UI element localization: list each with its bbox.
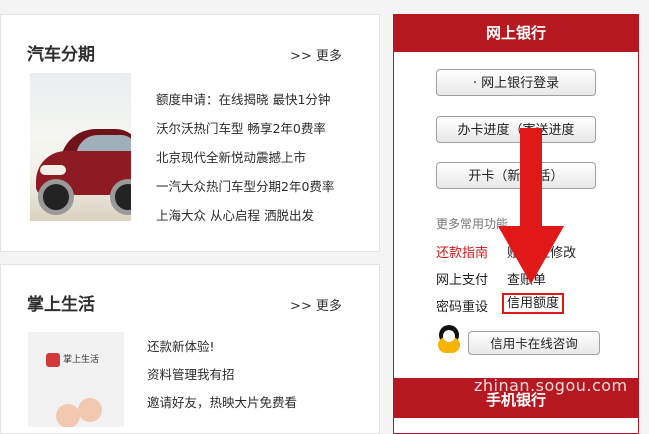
auto-loan-title: 汽车分期 xyxy=(27,45,95,65)
list-item[interactable]: 沃尔沃热门车型 畅享2年0费率 xyxy=(156,119,334,148)
online-bank-login-button[interactable]: · 网上银行登录 xyxy=(436,69,596,96)
online-pay-link[interactable]: 网上支付 xyxy=(436,269,488,288)
query-bill-link[interactable]: 查账单 xyxy=(507,269,546,288)
watermark: zhinan.sogou.com xyxy=(474,376,628,395)
account-address-link[interactable]: 账 地址修改 xyxy=(507,242,576,261)
repay-guide-link[interactable]: 还款指南 xyxy=(436,242,488,261)
list-item[interactable]: 资料管理我有招 xyxy=(147,365,297,393)
list-item[interactable]: 一汽大众热门车型分期2年0费率 xyxy=(156,177,334,206)
list-item[interactable]: 北京现代全新悦动震撼上市 xyxy=(156,148,334,177)
list-item[interactable]: 额度申请：在线揭晓 最快1分钟 xyxy=(156,90,334,119)
list-item[interactable]: 邀请好友，热映大片免费看 xyxy=(147,393,297,421)
card-activation-button[interactable]: 开卡（新 激活） xyxy=(436,162,596,189)
credit-limit-highlight[interactable]: 信用额度 xyxy=(502,293,565,314)
app-logo-icon xyxy=(46,352,60,367)
mobile-life-title: 掌上生活 xyxy=(27,295,95,315)
qq-penguin-icon xyxy=(436,325,462,353)
online-consult-button[interactable]: 信用卡在线咨询 xyxy=(468,331,600,355)
list-item[interactable]: 还款新体验! xyxy=(147,337,297,365)
online-bank-header: 网上银行 xyxy=(394,15,638,52)
car-image[interactable] xyxy=(30,73,131,221)
list-item[interactable]: 上海大众 从心启程 洒脱出发 xyxy=(156,206,334,235)
online-bank-panel: 网上银行 · 网上银行登录 办卡进度（寄送进度 开卡（新 激活） 更多常用功能 … xyxy=(393,14,639,434)
credit-limit-link[interactable]: 信用额度 xyxy=(502,292,565,314)
auto-loan-list: 额度申请：在线揭晓 最快1分钟 沃尔沃热门车型 畅享2年0费率 北京现代全新悦动… xyxy=(156,90,334,235)
mobile-life-image[interactable]: 掌上生活 xyxy=(28,332,124,427)
mobile-life-logo: 掌上生活 xyxy=(46,352,99,367)
more-functions-title: 更多常用功能 xyxy=(436,217,509,231)
car-wheel-front xyxy=(38,179,74,215)
card-progress-button[interactable]: 办卡进度（寄送进度 xyxy=(436,116,596,143)
person-face xyxy=(78,398,102,422)
person-face xyxy=(56,404,80,427)
logo-text: 掌上生活 xyxy=(63,355,100,365)
password-reset-link[interactable]: 密码重设 xyxy=(436,296,488,315)
car-headlight xyxy=(40,165,66,175)
mobile-life-list: 还款新体验! 资料管理我有招 邀请好友，热映大片免费看 xyxy=(147,337,297,421)
